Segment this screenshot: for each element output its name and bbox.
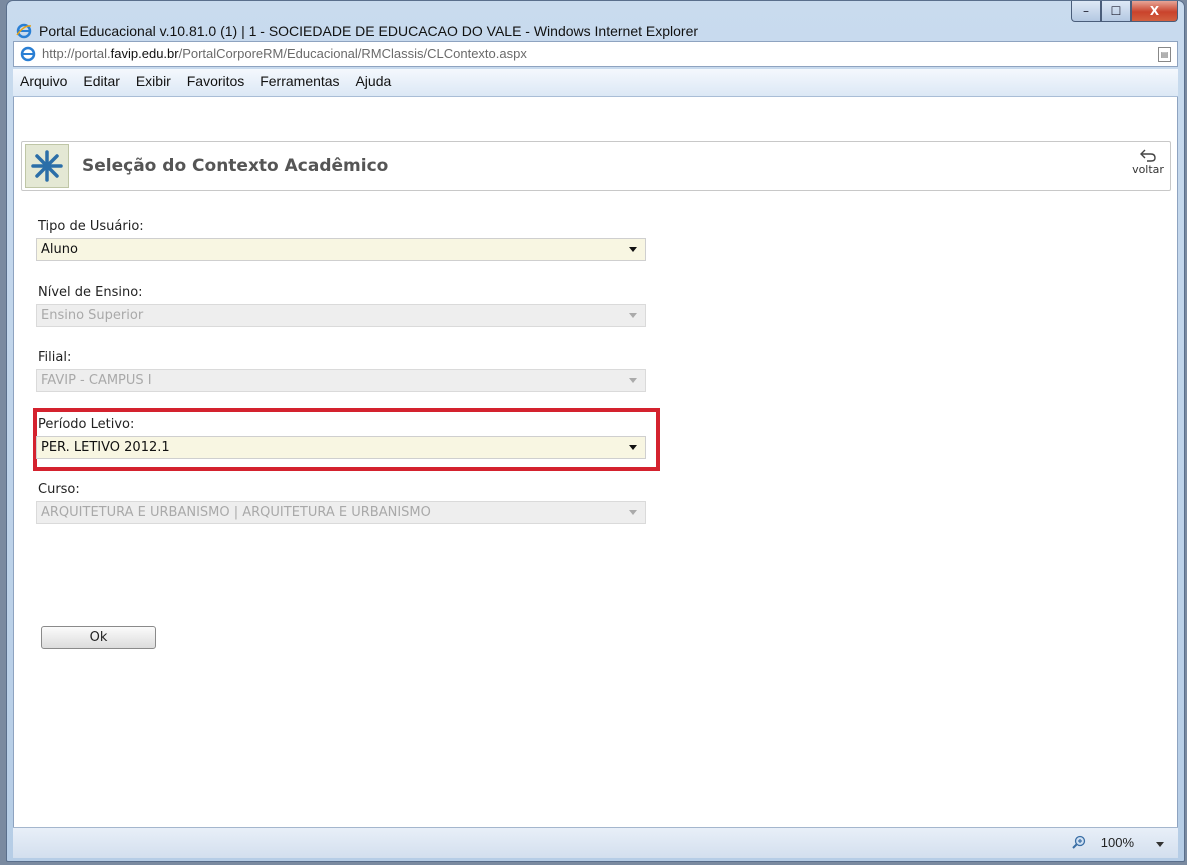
chevron-down-icon (629, 378, 637, 383)
window-title: Portal Educacional v.10.81.0 (1) | 1 - S… (39, 23, 699, 39)
back-button[interactable]: voltar (1130, 148, 1166, 176)
menu-editar[interactable]: Editar (76, 69, 125, 89)
chevron-down-icon (629, 247, 637, 252)
page-header: Seleção do Contexto Acadêmico voltar (21, 141, 1171, 191)
chevron-down-icon (629, 510, 637, 515)
page-title: Seleção do Contexto Acadêmico (82, 156, 389, 176)
chevron-down-icon (629, 445, 637, 450)
menu-ferramentas[interactable]: Ferramentas (253, 69, 344, 89)
periodo-letivo-value: PER. LETIVO 2012.1 (41, 440, 170, 455)
nivel-ensino-label: Nível de Ensino: (38, 285, 143, 300)
menu-exibir[interactable]: Exibir (129, 69, 176, 89)
rm-logo-icon (25, 144, 69, 188)
page-icon (20, 46, 36, 62)
window-controls: – ☐ X (1071, 1, 1178, 23)
tipo-usuario-value: Aluno (41, 242, 78, 257)
maximize-button[interactable]: ☐ (1101, 1, 1131, 22)
filial-value: FAVIP - CAMPUS I (41, 373, 152, 388)
menu-favoritos[interactable]: Favoritos (180, 69, 250, 89)
nivel-ensino-value: Ensino Superior (41, 308, 144, 323)
menu-bar: Arquivo Editar Exibir Favoritos Ferramen… (13, 69, 1178, 97)
minimize-button[interactable]: – (1071, 1, 1101, 22)
curso-label: Curso: (38, 482, 80, 497)
filial-label: Filial: (38, 350, 72, 365)
back-label: voltar (1132, 163, 1164, 176)
address-bar[interactable]: http://portal.favip.edu.br/PortalCorpore… (13, 41, 1178, 67)
periodo-letivo-label: Período Letivo: (38, 417, 135, 432)
menu-arquivo[interactable]: Arquivo (13, 69, 72, 89)
tipo-usuario-label: Tipo de Usuário: (38, 219, 144, 234)
url-text[interactable]: http://portal.favip.edu.br/PortalCorpore… (42, 46, 527, 61)
title-bar: Portal Educacional v.10.81.0 (1) | 1 - S… (7, 1, 1184, 43)
tipo-usuario-select[interactable]: Aluno (36, 238, 646, 261)
filial-select: FAVIP - CAMPUS I (36, 369, 646, 392)
close-button[interactable]: X (1131, 1, 1178, 22)
ie-logo-icon (16, 23, 32, 39)
ok-button[interactable]: Ok (41, 626, 156, 649)
status-bar: 100% (13, 827, 1178, 858)
curso-select: ARQUITETURA E URBANISMO | ARQUITETURA E … (36, 501, 646, 524)
menu-ajuda[interactable]: Ajuda (348, 69, 396, 89)
nivel-ensino-select: Ensino Superior (36, 304, 646, 327)
curso-value: ARQUITETURA E URBANISMO | ARQUITETURA E … (41, 505, 431, 520)
compatibility-view-icon[interactable]: ▤ (1158, 47, 1171, 62)
zoom-level[interactable]: 100% (1101, 835, 1134, 850)
back-arrow-icon (1140, 149, 1156, 162)
periodo-letivo-select[interactable]: PER. LETIVO 2012.1 (36, 436, 646, 459)
zoom-dropdown-arrow-icon[interactable] (1156, 842, 1164, 847)
zoom-icon[interactable] (1072, 835, 1086, 849)
chevron-down-icon (629, 313, 637, 318)
